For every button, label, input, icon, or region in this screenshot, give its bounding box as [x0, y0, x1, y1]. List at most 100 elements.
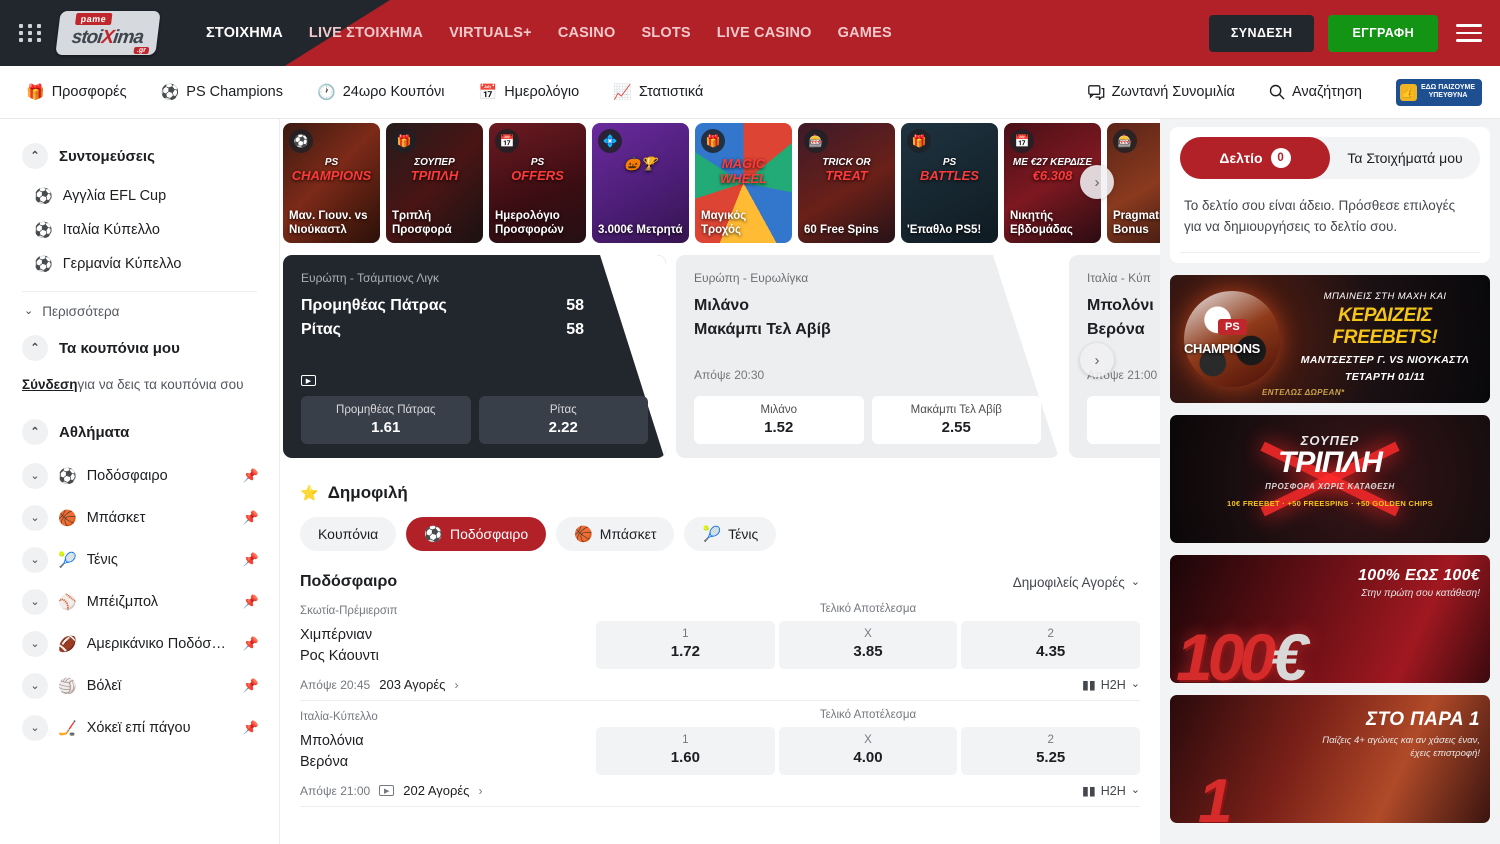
sport-label-ice-hockey: Χόκεϊ επί πάγου [87, 720, 233, 736]
sidebar-item-efl-cup[interactable]: ⚽ Αγγλία EFL Cup [0, 179, 279, 213]
sidebar-sport-ice-hockey[interactable]: ⌄ 🏒 Χόκεϊ επί πάγου 📌 [0, 707, 279, 749]
popular-markets-dropdown[interactable]: Δημοφιλείς Αγορές ⌄ [1013, 575, 1140, 590]
nav-item-slots[interactable]: SLOTS [641, 25, 690, 41]
pin-icon[interactable]: 📌 [243, 636, 259, 652]
tab-tennis[interactable]: 🎾 Τένις [684, 517, 776, 551]
banner-ps-champions[interactable]: PS CHAMPIONS ΜΠΑΙΝΕΙΣ ΣΤΗ ΜΑΧΗ ΚΑΙ ΚΕΡΔΙ… [1170, 275, 1490, 403]
apps-grid-icon[interactable] [14, 24, 48, 42]
promo-tile[interactable]: ⚽PSCHAMPIONSΜαν. Γιουν. vs Νιούκαστλ [283, 123, 380, 243]
promotions-next-button[interactable]: › [1080, 165, 1114, 199]
promo-tile[interactable]: 🎰TRICK ORTREAT60 Free Spins [798, 123, 895, 243]
chevron-right-icon[interactable]: › [454, 678, 458, 692]
subnav-item-ps-champions[interactable]: ⚽ PS Champions [161, 84, 283, 100]
tab-coupons[interactable]: Κουπόνια [300, 517, 396, 551]
odd-button[interactable]: 11.72 [596, 621, 775, 669]
sidebar-sport-basketball[interactable]: ⌄ 🏀 Μπάσκετ 📌 [0, 497, 279, 539]
nav-item-games[interactable]: GAMES [838, 25, 892, 41]
login-button[interactable]: ΣΥΝΔΕΣΗ [1209, 15, 1315, 52]
odd-button[interactable]: X3.85 [779, 621, 958, 669]
pin-icon[interactable]: 📌 [243, 510, 259, 526]
page-layout: ⌃ Συντομεύσεις ⚽ Αγγλία EFL Cup ⚽ Ιταλία… [0, 119, 1500, 844]
odd-value: 3.85 [783, 643, 954, 660]
pin-icon[interactable]: 📌 [243, 720, 259, 736]
promo-tile[interactable]: 🎁ΣΟΥΠΕΡΤΡΙΠΛΗΤριπλή Προσφορά [386, 123, 483, 243]
sidebar-more-button[interactable]: ⌄ Περισσότερα [0, 298, 279, 325]
subnav-item-statistics[interactable]: 📈 Στατιστικά [613, 84, 703, 100]
match-row[interactable]: Σκωτία-ΠρέμιερσιπΧιμπέρνιανΡος ΚάουντιΤε… [300, 595, 1140, 701]
nav-item-stoixima[interactable]: ΣΤΟΙΧΗΜΑ [206, 25, 283, 41]
chevron-down-icon[interactable]: ⌄ [22, 589, 48, 615]
banner-super-tripli[interactable]: ΣΟΥΠΕΡ ΤΡΙΠΛΗ ΠΡΟΣΦΟΡΑ ΧΩΡΙΣ ΚΑΤΑΘΕΣΗ 10… [1170, 415, 1490, 543]
markets-count[interactable]: 203 Αγορές [379, 677, 445, 692]
subnav-item-offers[interactable]: 🎁 Προσφορές [26, 84, 127, 100]
odd-button[interactable]: 11.60 [596, 727, 775, 775]
sidebar-section-shortcuts[interactable]: ⌃ Συντομεύσεις [0, 133, 279, 179]
promo-mid-big: MAGIC WHEEL [698, 157, 789, 187]
sidebar-section-sports[interactable]: ⌃ Αθλήματα [0, 409, 279, 455]
pin-icon[interactable]: 📌 [243, 594, 259, 610]
odd-button[interactable]: 24.35 [961, 621, 1140, 669]
featured-odd-button[interactable]: Μιλάνο1.52 [694, 396, 864, 444]
subnav-item-24h-coupon[interactable]: 🕐 24ωρο Κουπόνι [317, 84, 445, 100]
nav-item-live-casino[interactable]: LIVE CASINO [717, 25, 812, 41]
sidebar-section-my-coupons[interactable]: ⌃ Τα κουπόνια μου [0, 325, 279, 371]
pin-icon[interactable]: 📌 [243, 552, 259, 568]
register-button[interactable]: ΕΓΓΡΑΦΗ [1328, 15, 1438, 52]
featured-odd-button[interactable]: Μακάμπι Τελ Αβίβ2.55 [872, 396, 1042, 444]
chevron-down-icon[interactable]: ⌄ [22, 463, 48, 489]
live-chat-button[interactable]: Ζωντανή Συνομιλία [1088, 84, 1235, 100]
promo-tile[interactable]: 🎁PSBATTLES'Επαθλο PS5! [901, 123, 998, 243]
sidebar-sport-baseball[interactable]: ⌄ ⚾ Μπέιζμπολ 📌 [0, 581, 279, 623]
promo-tile[interactable]: 💠🎃🏆3.000€ Μετρητά [592, 123, 689, 243]
promo-tile[interactable]: 🎁MAGIC WHEELΜαγικός Τροχός [695, 123, 792, 243]
tab-betslip[interactable]: Δελτίο 0 [1180, 137, 1330, 179]
chevron-right-icon[interactable]: › [478, 784, 482, 798]
banner-sto-para-1[interactable]: 1 ΣΤΟ ΠΑΡΑ 1 Παίζεις 4+ αγώνες και αν χά… [1170, 695, 1490, 823]
promo-mid-text: ΣΟΥΠΕΡΤΡΙΠΛΗ [386, 157, 483, 183]
nav-item-casino[interactable]: CASINO [558, 25, 616, 41]
chevron-down-icon[interactable]: ⌄ [22, 631, 48, 657]
featured-odd-button[interactable]: 11.6 [1087, 396, 1160, 444]
markets-count[interactable]: 202 Αγορές [403, 783, 469, 798]
chevron-down-icon[interactable]: ⌄ [22, 673, 48, 699]
tab-basketball[interactable]: 🏀 Μπάσκετ [556, 517, 674, 551]
subnav-item-calendar[interactable]: 📅 Ημερολόγιο [479, 84, 580, 100]
sidebar-sport-football[interactable]: ⌄ ⚽ Ποδόσφαιρο 📌 [0, 455, 279, 497]
promo-mid-big: TREAT [801, 169, 892, 184]
chevron-down-icon[interactable]: ⌄ [22, 505, 48, 531]
odd-button[interactable]: 25.25 [961, 727, 1140, 775]
match-row[interactable]: Ιταλία-ΚύπελλοΜπολόνιαΒερόναΤελικό Αποτέ… [300, 701, 1140, 807]
tab-my-bets[interactable]: Τα Στοιχήματά μου [1330, 137, 1480, 179]
sidebar-sport-tennis[interactable]: ⌄ 🎾 Τένις 📌 [0, 539, 279, 581]
stream-available-icon[interactable]: ▶ [301, 374, 648, 387]
chevron-down-icon[interactable]: ⌄ [22, 715, 48, 741]
sidebar-item-germany-cup[interactable]: ⚽ Γερμανία Κύπελλο [0, 247, 279, 281]
responsible-gaming-badge[interactable]: 👍 ΕΔΩ ΠΑΙΖΟΥΜΕ ΥΠΕΥΘΥΝΑ [1396, 79, 1482, 106]
featured-match-card[interactable]: Ευρώπη - ΕυρωλίγκαΜιλάνοΜακάμπι Τελ Αβίβ… [676, 255, 1059, 458]
site-logo[interactable]: pame stoiXima .gr [56, 10, 160, 56]
h2h-button[interactable]: ▮▮H2H⌄ [1082, 783, 1140, 798]
sidebar-sport-american-football[interactable]: ⌄ 🏈 Αμερικάνικο Ποδόσ… 📌 [0, 623, 279, 665]
stream-available-icon[interactable]: ▶ [379, 785, 394, 796]
nav-item-virtuals[interactable]: VIRTUALS+ [449, 25, 532, 41]
american-football-icon: 🏈 [58, 637, 77, 652]
featured-next-button[interactable]: › [1080, 343, 1114, 377]
promo-tile[interactable]: 📅PSOFFERSΗμερολόγιο Προσφορών [489, 123, 586, 243]
nav-item-live-stoixima[interactable]: LIVE ΣΤΟΙΧΗΜΑ [309, 25, 423, 41]
featured-odd-button[interactable]: Ρίτας2.22 [479, 396, 649, 444]
sidebar-sport-volleyball[interactable]: ⌄ 🏐 Βόλεϊ 📌 [0, 665, 279, 707]
chevron-down-icon[interactable]: ⌄ [22, 547, 48, 573]
tab-football[interactable]: ⚽ Ποδόσφαιρο [406, 517, 546, 551]
search-button[interactable]: Αναζήτηση [1269, 84, 1362, 100]
h2h-button[interactable]: ▮▮H2H⌄ [1082, 677, 1140, 692]
featured-odd-button[interactable]: Προμηθέας Πάτρας1.61 [301, 396, 471, 444]
pin-icon[interactable]: 📌 [243, 678, 259, 694]
featured-match-card[interactable]: Ευρώπη - Τσάμπιονς ΛιγκΠρομηθέας Πάτρας5… [283, 255, 666, 458]
sidebar-item-italy-cup[interactable]: ⚽ Ιταλία Κύπελλο [0, 213, 279, 247]
odd-button[interactable]: X4.00 [779, 727, 958, 775]
promo-tile[interactable]: 🎰Pragmatic Buy Bonus [1107, 123, 1160, 243]
banner-welcome-bonus[interactable]: 100€ 100% ΕΩΣ 100€ Στην πρώτη σου κατάθε… [1170, 555, 1490, 683]
pin-icon[interactable]: 📌 [243, 468, 259, 484]
coupons-login-link[interactable]: Σύνδεση [22, 377, 78, 392]
hamburger-menu-icon[interactable] [1456, 24, 1482, 42]
